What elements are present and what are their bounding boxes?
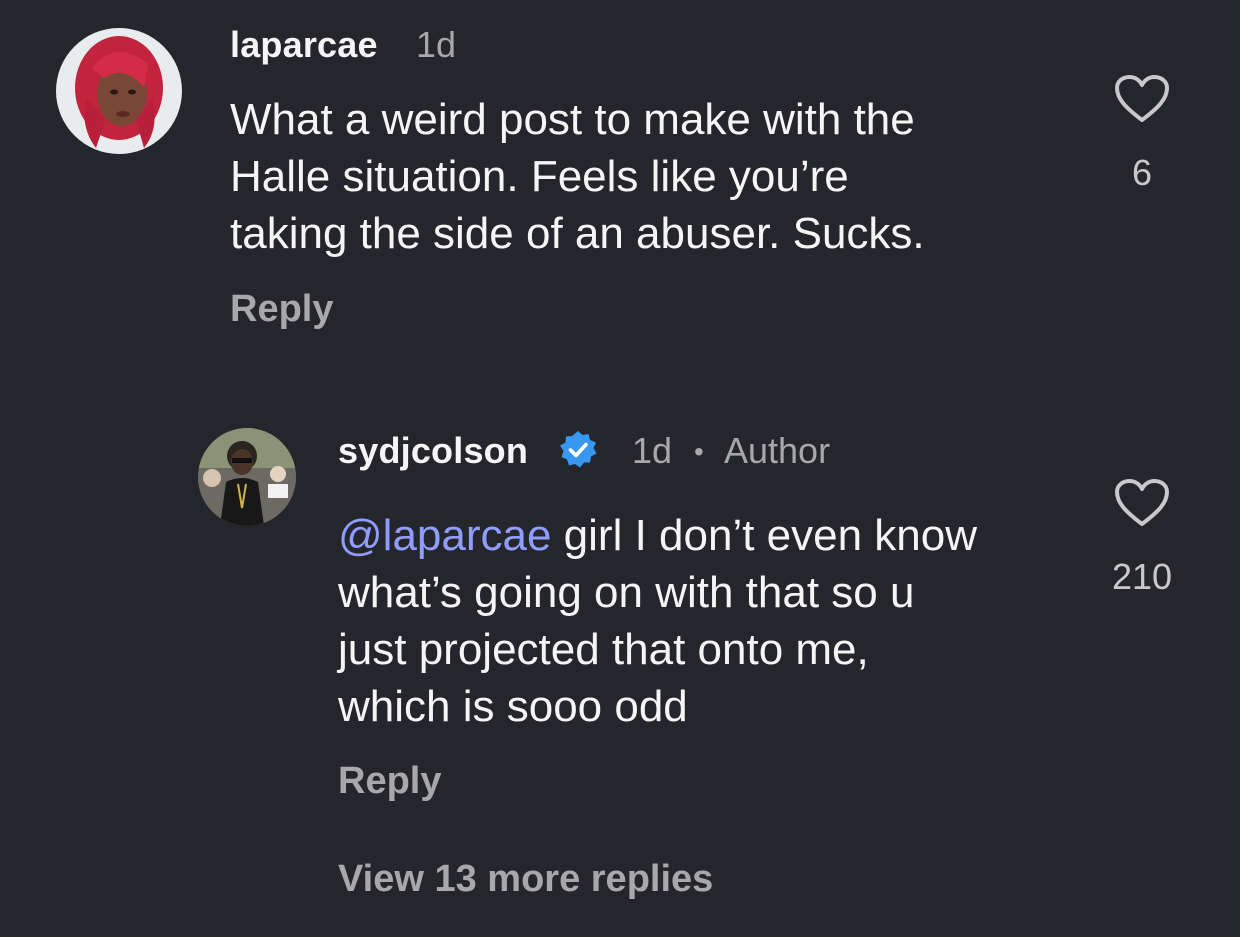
verified-badge-icon [558, 430, 598, 470]
view-more-replies-button[interactable]: View 13 more replies [338, 858, 713, 901]
mention-link[interactable]: @laparcae [338, 511, 551, 560]
user-avatar-icon [56, 28, 182, 154]
author-badge: Author [724, 430, 831, 471]
comment-timestamp: 1d [416, 24, 457, 65]
reply-username[interactable]: sydjcolson [338, 430, 528, 472]
comment-username[interactable]: laparcae [230, 24, 378, 66]
comment-text: What a weird post to make with the Halle… [230, 95, 925, 258]
like-heart-icon[interactable] [1114, 74, 1170, 124]
reply-button[interactable]: Reply [338, 760, 441, 803]
reply-text: @laparcae girl I don’t even know what’s … [338, 507, 1078, 735]
like-count: 210 [1111, 556, 1173, 597]
like-count: 6 [1131, 152, 1153, 193]
comment-thread: laparcae 1d What a weird post to make wi… [0, 0, 1240, 937]
user-avatar-icon [198, 428, 296, 526]
avatar[interactable] [56, 28, 182, 154]
avatar[interactable] [198, 428, 296, 526]
meta-separator: • [694, 436, 704, 467]
reply-button[interactable]: Reply [230, 288, 333, 331]
like-heart-icon[interactable] [1114, 478, 1170, 528]
reply-timestamp: 1d [632, 430, 673, 471]
